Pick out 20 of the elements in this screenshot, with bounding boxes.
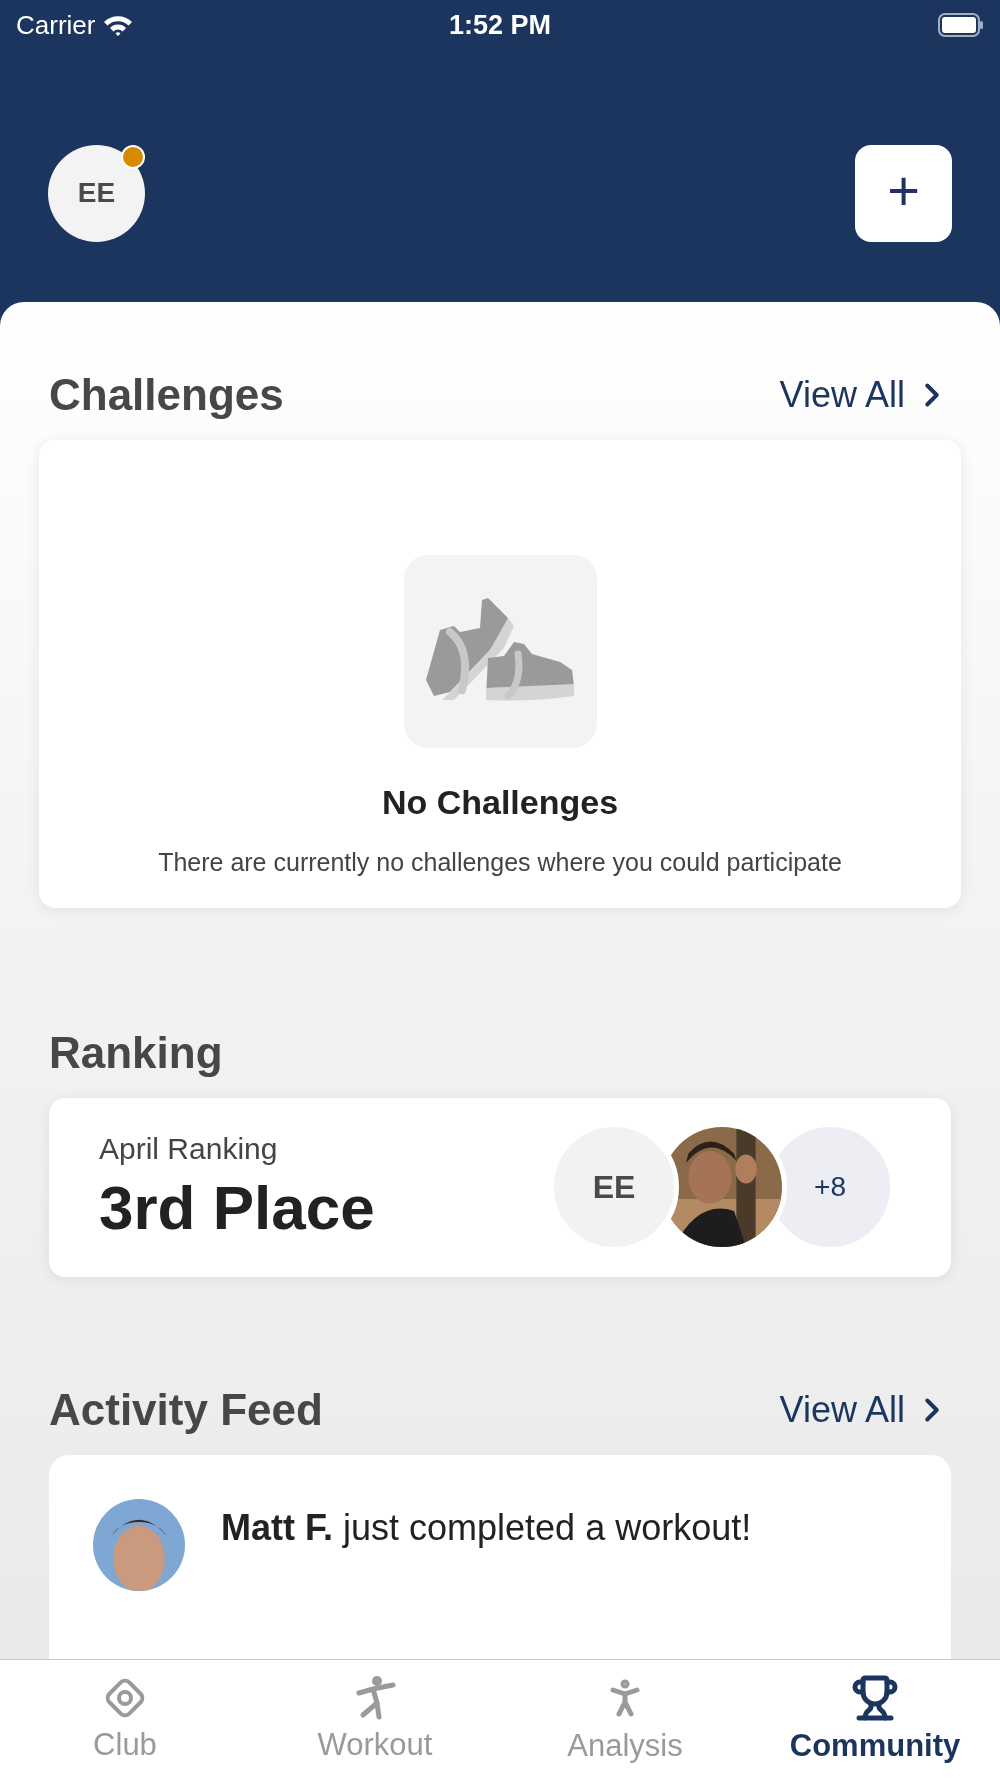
ranking-place: 3rd Place <box>99 1171 375 1243</box>
empty-title: No Challenges <box>381 783 619 822</box>
ranking-period: April Ranking <box>99 1131 279 1166</box>
ranking-card[interactable]: April Ranking 3rd Place EE +8 <box>49 1097 951 1277</box>
section-title: Activity Feed <box>49 1385 323 1435</box>
status-time: 1:52 PM <box>448 9 551 41</box>
trophy-icon <box>851 1674 899 1722</box>
add-button[interactable]: + <box>855 144 952 242</box>
feed-card[interactable]: Matt F. just completed a workout! <box>49 1455 951 1659</box>
carrier-name: Carrier <box>16 9 96 41</box>
empty-text: There are currently no challenges where you could participate <box>157 847 843 878</box>
feed-text: Matt F. just completed a workout! <box>221 1507 752 1549</box>
wifi-icon <box>103 14 134 36</box>
view-all-link[interactable]: View All <box>779 1389 951 1431</box>
battery-icon <box>938 13 984 37</box>
tab[interactable]: Community <box>750 1660 1000 1778</box>
section-title: Ranking <box>49 1027 223 1078</box>
section-title: Challenges <box>49 370 284 420</box>
profile-avatar[interactable]: EE <box>48 144 145 242</box>
view-all-link[interactable]: View All <box>779 374 951 416</box>
